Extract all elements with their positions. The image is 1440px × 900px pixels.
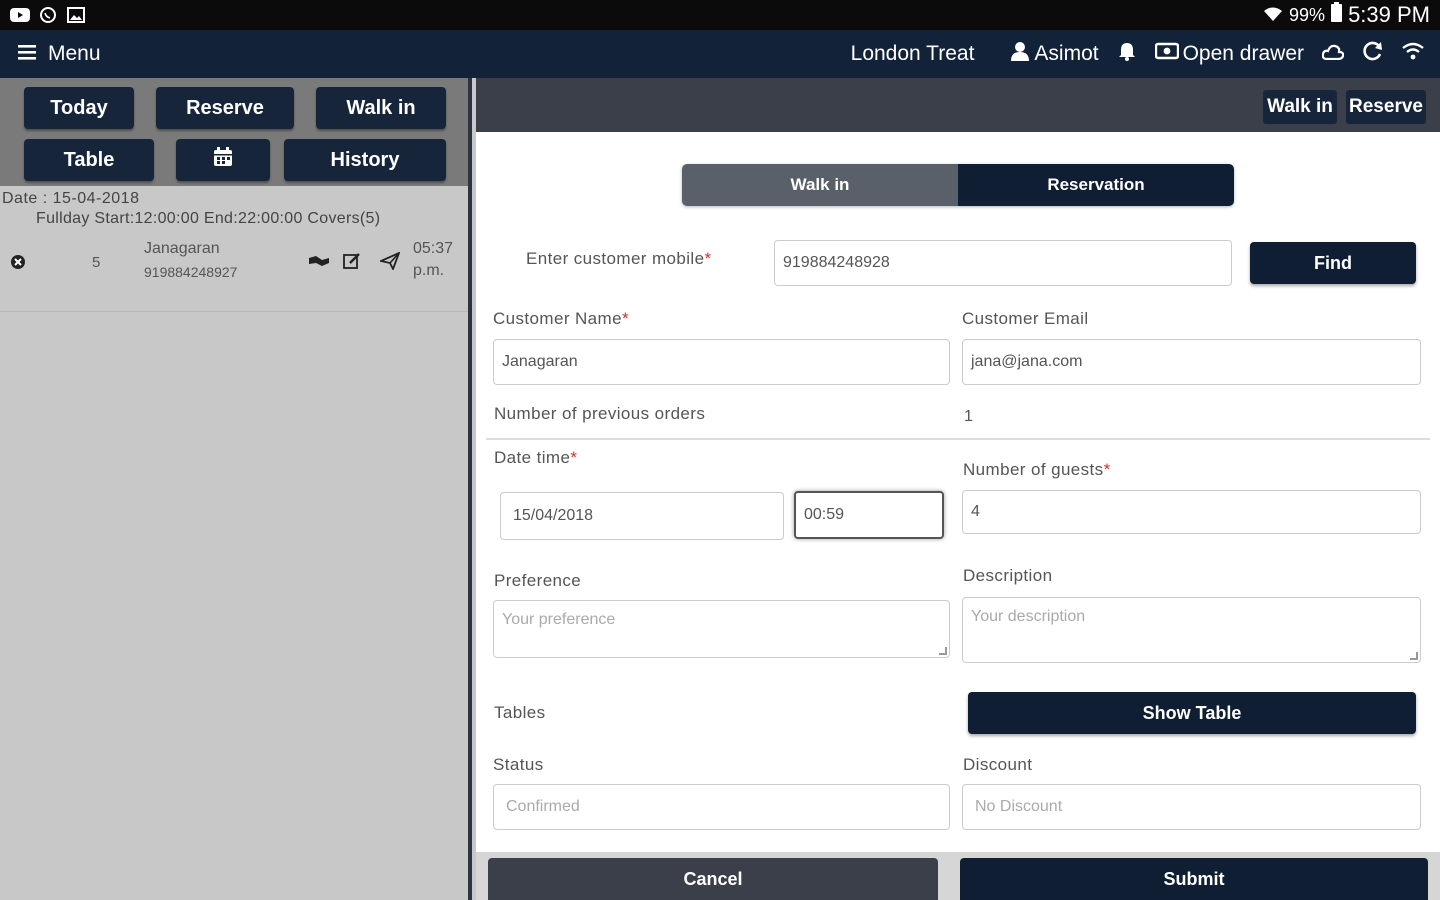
cancel-button[interactable]: Cancel: [488, 858, 938, 900]
menu-button[interactable]: Menu: [0, 42, 101, 66]
refresh-button[interactable]: [1362, 40, 1384, 68]
form-divider: [486, 438, 1430, 440]
description-label: Description: [963, 566, 1053, 585]
refresh-icon: [1362, 40, 1384, 68]
previous-orders-value: 1: [964, 408, 973, 425]
reservation-time: 05:37: [413, 240, 454, 257]
user-icon: [1010, 41, 1030, 67]
history-button[interactable]: History: [284, 139, 446, 181]
mobile-label: Enter customer mobile*: [526, 249, 712, 268]
user-name: Asimot: [1034, 42, 1099, 65]
find-button[interactable]: Find: [1250, 242, 1416, 284]
status-label: Status: [493, 755, 544, 774]
status-input[interactable]: Confirmed: [493, 784, 950, 830]
reserve-button[interactable]: Reserve: [156, 87, 294, 129]
youtube-icon: [10, 7, 30, 23]
tab-walkin[interactable]: Walk in: [682, 164, 958, 206]
customer-name: Janagaran: [144, 240, 220, 257]
tables-label: Tables: [494, 703, 546, 722]
preference-textarea[interactable]: Your preference: [493, 600, 950, 658]
time-input[interactable]: 00:59: [794, 491, 944, 539]
battery-icon: [1331, 2, 1343, 28]
battery-percentage: 99%: [1289, 4, 1326, 25]
resize-handle[interactable]: [1410, 652, 1418, 660]
cloud-sync-button[interactable]: [1321, 42, 1345, 66]
customer-email-input[interactable]: jana@jana.com: [962, 339, 1421, 385]
reservation-ampm: p.m.: [413, 262, 445, 279]
clock: 5:39 PM: [1348, 2, 1430, 27]
right-toolbar: Walk in Reserve: [476, 78, 1440, 132]
guests-label: Number of guests*: [963, 460, 1111, 479]
form-actions: Cancel Submit: [476, 852, 1440, 900]
calendar-icon: [213, 147, 233, 173]
name-label: Customer Name*: [493, 309, 629, 328]
show-table-button[interactable]: Show Table: [968, 692, 1416, 734]
mode-toggle: Walk in Reservation: [682, 164, 1234, 206]
cancel-reservation-icon[interactable]: [10, 254, 26, 275]
cash-drawer-icon: [1154, 42, 1179, 66]
calendar-button[interactable]: [176, 139, 270, 181]
description-textarea[interactable]: Your description: [962, 597, 1421, 663]
walkin-button[interactable]: Walk in: [316, 87, 446, 129]
whatsapp-icon: [38, 7, 58, 23]
customer-phone: 919884248927: [144, 264, 238, 280]
wifi-status-button[interactable]: [1402, 42, 1424, 66]
preference-label: Preference: [494, 571, 582, 590]
bell-icon: [1117, 41, 1137, 67]
app-header: Menu London Treat Asimot Open drawer: [0, 30, 1440, 78]
gallery-icon: [66, 7, 86, 23]
description-placeholder: Your description: [971, 608, 1086, 625]
tab-reservation[interactable]: Reservation: [958, 164, 1234, 206]
left-toolbar: Today Reserve Walk in Table History: [0, 78, 468, 186]
reservation-row[interactable]: 5 Janagaran 919884248927 05:37 p.m.: [0, 234, 468, 312]
email-label: Customer Email: [962, 309, 1089, 328]
reserve-top-button[interactable]: Reserve: [1346, 90, 1426, 124]
date-summary: Date : 15-04-2018: [2, 190, 140, 207]
submit-button[interactable]: Submit: [960, 858, 1428, 900]
wifi-icon: [1263, 2, 1283, 28]
reservation-list-panel: Today Reserve Walk in Table History Date…: [0, 78, 472, 900]
hamburger-icon: [18, 42, 36, 66]
reservation-form-panel: Walk in Reserve Walk in Reservation Ente…: [476, 78, 1440, 900]
open-drawer-button[interactable]: Open drawer: [1154, 42, 1304, 66]
resize-handle[interactable]: [939, 647, 947, 655]
send-icon[interactable]: [378, 251, 401, 275]
walkin-top-button[interactable]: Walk in: [1263, 90, 1337, 124]
status-bar: 99% 5:39 PM: [0, 0, 1440, 30]
discount-input[interactable]: No Discount: [962, 784, 1421, 830]
user-menu[interactable]: Asimot: [1010, 41, 1099, 67]
previous-orders-label: Number of previous orders: [494, 404, 706, 423]
menu-label: Menu: [48, 42, 101, 65]
wifi-icon: [1402, 42, 1424, 66]
datetime-label: Date time*: [494, 448, 578, 467]
open-drawer-label: Open drawer: [1182, 42, 1304, 65]
guest-count: 5: [92, 254, 101, 271]
fullday-summary: Fullday Start:12:00:00 End:22:00:00 Cove…: [36, 210, 381, 227]
mobile-input[interactable]: 919884248928: [774, 240, 1232, 286]
customer-name-input[interactable]: Janagaran: [493, 339, 950, 385]
date-input[interactable]: 15/04/2018: [500, 492, 784, 540]
cloud-icon: [1321, 42, 1345, 66]
discount-label: Discount: [963, 755, 1033, 774]
handshake-icon[interactable]: [308, 254, 330, 273]
today-button[interactable]: Today: [24, 87, 134, 129]
notifications-button[interactable]: [1117, 41, 1137, 67]
table-button[interactable]: Table: [24, 139, 154, 181]
restaurant-name[interactable]: London Treat: [851, 42, 975, 66]
guests-input[interactable]: 4: [962, 490, 1421, 534]
preference-placeholder: Your preference: [502, 611, 616, 628]
edit-icon[interactable]: [343, 252, 361, 275]
